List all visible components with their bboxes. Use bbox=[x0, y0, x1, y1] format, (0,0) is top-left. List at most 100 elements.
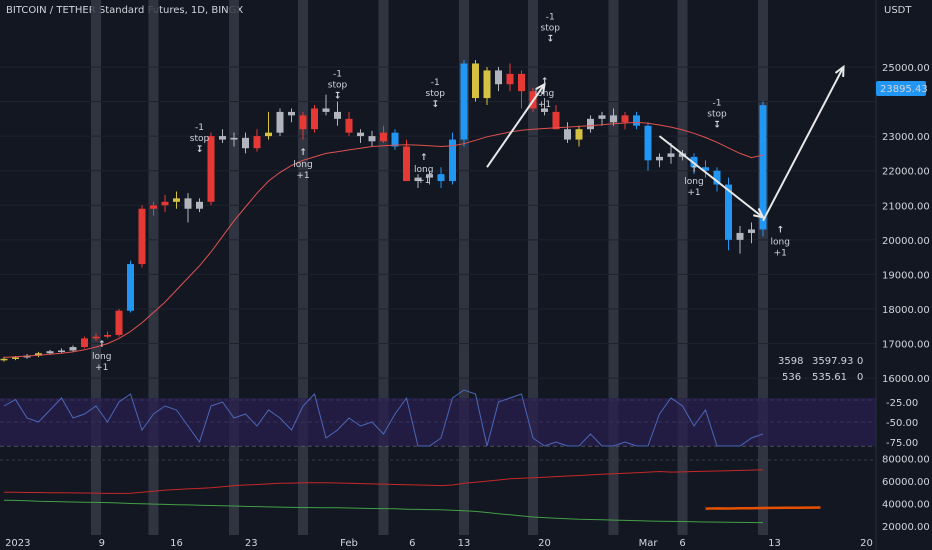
volume-orange-line bbox=[705, 506, 821, 510]
last-price-label: 23895.43 bbox=[880, 84, 928, 95]
candle-body bbox=[46, 351, 54, 354]
candle-body bbox=[207, 136, 215, 202]
candle-body bbox=[403, 146, 410, 182]
time-tick-label: 13 bbox=[458, 538, 471, 549]
stop-signal-label: stop bbox=[426, 89, 446, 99]
indicator-tick-label: -25.00 bbox=[886, 398, 918, 409]
candle-body bbox=[460, 63, 468, 140]
candle-body bbox=[115, 310, 123, 335]
candle-body bbox=[610, 115, 617, 123]
currency-label: USDT bbox=[884, 5, 912, 16]
session-band bbox=[528, 0, 538, 535]
candle-body bbox=[564, 129, 571, 140]
candle-body bbox=[104, 334, 111, 337]
session-band bbox=[298, 0, 308, 535]
time-tick-label: 23 bbox=[245, 538, 258, 549]
candle-body bbox=[173, 198, 180, 202]
price-tick-label: 25000.00 bbox=[882, 63, 930, 74]
candle-body bbox=[380, 132, 387, 142]
volume-tick-label: 20000.00 bbox=[882, 522, 930, 533]
stop-signal-count: -1 bbox=[713, 99, 722, 109]
candle-body bbox=[322, 108, 330, 112]
candle-body bbox=[12, 357, 19, 359]
candle-body bbox=[736, 232, 744, 240]
candle-body bbox=[299, 115, 307, 130]
time-tick-label: 16 bbox=[170, 538, 183, 549]
candle-body bbox=[334, 111, 341, 119]
price-tick-label: 23000.00 bbox=[882, 132, 930, 143]
readout-2c: 0 bbox=[857, 372, 863, 383]
candle-body bbox=[633, 115, 640, 126]
time-tick-label: 13 bbox=[768, 538, 781, 549]
candle-body bbox=[253, 136, 261, 149]
long-signal-arrow: ↑ bbox=[776, 226, 784, 236]
time-tick-label: Feb bbox=[340, 538, 358, 549]
price-axis: 25000.00 23000.00 22000.00 21000.00 20000.00… bbox=[882, 63, 930, 533]
indicator-tick-label: -50.00 bbox=[886, 418, 918, 429]
candle-body bbox=[127, 264, 134, 311]
long-signal-arrow: ↑ bbox=[690, 165, 698, 175]
price-tick-label: 16000.00 bbox=[882, 374, 930, 385]
candle-body bbox=[656, 156, 663, 161]
candle-body bbox=[81, 338, 88, 348]
stop-signal-count: -1 bbox=[333, 69, 342, 79]
candle-body bbox=[748, 229, 755, 233]
candle-body bbox=[0, 358, 8, 361]
indicator-tick-label: -75.00 bbox=[886, 438, 918, 449]
candle-body bbox=[69, 347, 77, 351]
stop-signal-count: -1 bbox=[546, 12, 555, 22]
candle-body bbox=[184, 198, 192, 209]
candle-body bbox=[667, 153, 675, 157]
trend-arrow-line bbox=[762, 66, 845, 222]
session-bands bbox=[91, 0, 768, 535]
long-signal-label: long bbox=[414, 165, 433, 175]
readout-1c: 0 bbox=[857, 356, 863, 367]
readout-2a: 536 bbox=[782, 372, 801, 383]
time-tick-label: 2023 bbox=[5, 538, 30, 549]
candle-body bbox=[518, 73, 525, 92]
candle-body bbox=[575, 129, 583, 140]
long-signal-label: long bbox=[535, 89, 554, 99]
candle-body bbox=[138, 208, 146, 265]
long-signal-count: +1 bbox=[687, 188, 700, 198]
price-tick-label: 22000.00 bbox=[882, 167, 930, 178]
stop-signal-arrow: ↧ bbox=[431, 100, 439, 110]
candle-body bbox=[242, 137, 249, 149]
stop-signal-label: stop bbox=[190, 134, 210, 144]
stop-signal-count: -1 bbox=[431, 78, 440, 88]
chart-canvas[interactable]: ↑long+1-1stop↧ ↑long+1-1stop↧-1stop↧↑long… bbox=[0, 0, 932, 550]
session-band bbox=[91, 0, 101, 535]
session-band bbox=[758, 0, 768, 535]
stop-signal-arrow: ↧ bbox=[196, 145, 204, 155]
volume-tick-label: 80000.00 bbox=[882, 455, 930, 466]
time-tick-label: 6 bbox=[409, 538, 415, 549]
candle-body bbox=[311, 108, 318, 130]
candle-body bbox=[265, 132, 272, 137]
time-tick-label: 20 bbox=[860, 538, 873, 549]
candle-body bbox=[483, 70, 491, 99]
candle-body bbox=[437, 174, 445, 182]
time-tick-label: Mar bbox=[639, 538, 659, 549]
price-tick-label: 17000.00 bbox=[882, 340, 930, 351]
price-tick-label: 21000.00 bbox=[882, 201, 930, 212]
indicator-pane-bg bbox=[0, 398, 876, 446]
long-signal-label: long bbox=[771, 238, 790, 248]
volume-tick-label: 60000.00 bbox=[882, 477, 930, 488]
long-signal-count: +1 bbox=[417, 176, 430, 186]
price-tick-label: 19000.00 bbox=[882, 270, 930, 281]
candle-body bbox=[150, 205, 157, 209]
readout-1b: 3597.93 bbox=[812, 356, 853, 367]
candle-body bbox=[368, 136, 376, 142]
candle-body bbox=[621, 115, 629, 123]
long-signal-arrow: ↑ bbox=[98, 340, 106, 350]
readout-1a: 3598 bbox=[778, 356, 803, 367]
candle-body bbox=[288, 111, 295, 116]
time-tick-label: 20 bbox=[538, 538, 551, 549]
time-tick-label: 9 bbox=[99, 538, 105, 549]
volume-tick-label: 40000.00 bbox=[882, 500, 930, 511]
candle-body bbox=[219, 136, 226, 140]
long-signal-label: long bbox=[684, 177, 703, 187]
session-band bbox=[608, 0, 619, 535]
stop-signal-arrow: ↧ bbox=[334, 91, 342, 101]
stop-signal-arrow: ↧ bbox=[713, 121, 721, 131]
